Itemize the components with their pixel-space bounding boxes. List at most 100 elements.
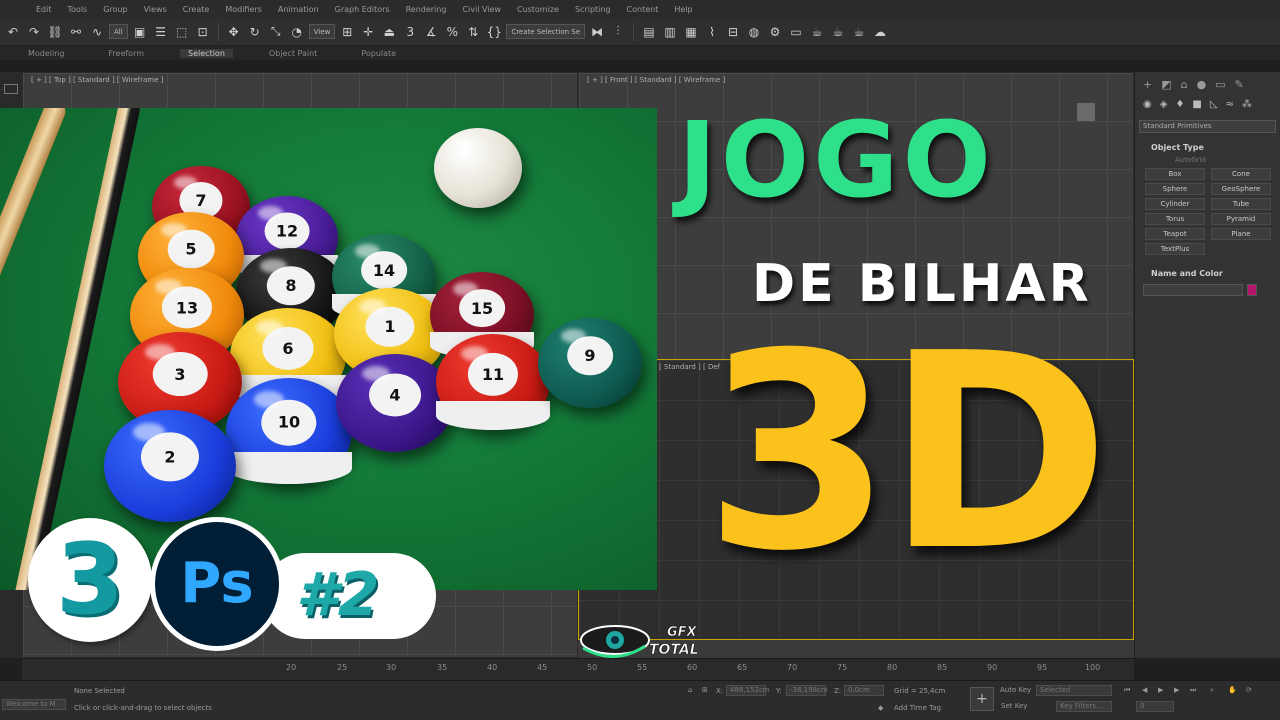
select-object-icon[interactable]: ▣ xyxy=(131,23,149,41)
viewport-layout-icon[interactable] xyxy=(4,84,18,94)
geometry-icon[interactable]: ◉ xyxy=(1143,99,1152,110)
redo-icon[interactable]: ↷ xyxy=(25,23,43,41)
menu-modifiers[interactable]: Modifiers xyxy=(225,5,262,14)
create-tab-icon[interactable]: + xyxy=(1143,78,1152,91)
rendered-frame-window-icon[interactable]: ▭ xyxy=(787,23,805,41)
key-selection-dropdown[interactable]: Selected xyxy=(1036,685,1112,696)
named-selection-set-dropdown[interactable]: Create Selection Se xyxy=(506,24,586,39)
placement-icon[interactable]: ◔ xyxy=(288,23,306,41)
select-by-name-icon[interactable]: ☰ xyxy=(152,23,170,41)
curve-editor-icon[interactable]: ⌇ xyxy=(703,23,721,41)
prev-frame-icon[interactable]: ◀ xyxy=(1142,686,1147,694)
object-name-field[interactable] xyxy=(1143,284,1243,296)
layer-explorer-icon[interactable]: ▥ xyxy=(661,23,679,41)
cone-button[interactable]: Cone xyxy=(1211,168,1271,180)
menu-edit[interactable]: Edit xyxy=(36,5,52,14)
display-tab-icon[interactable]: ▭ xyxy=(1215,78,1225,91)
lock-selection-icon[interactable]: ⌂ xyxy=(688,686,692,694)
render-iterative-icon[interactable]: ☕ xyxy=(829,23,847,41)
material-editor-icon[interactable]: ◍ xyxy=(745,23,763,41)
absolute-mode-icon[interactable]: ⊞ xyxy=(702,686,708,694)
scale-icon[interactable]: ⤡ xyxy=(267,23,285,41)
set-key-mode-icon[interactable]: + xyxy=(970,687,994,711)
bind-space-warp-icon[interactable]: ∿ xyxy=(88,23,106,41)
utilities-tab-icon[interactable]: ✎ xyxy=(1235,78,1244,91)
pyramid-button[interactable]: Pyramid xyxy=(1211,213,1271,225)
snaps-toggle-icon[interactable]: 3 xyxy=(401,23,419,41)
edit-named-selection-icon[interactable]: {} xyxy=(485,23,503,41)
unlink-icon[interactable]: ⚯ xyxy=(67,23,85,41)
menu-graph-editors[interactable]: Graph Editors xyxy=(335,5,390,14)
viewport-front-label[interactable]: [ + ] [ Front ] [ Standard ] [ Wireframe… xyxy=(587,76,725,84)
auto-key-button[interactable]: Auto Key xyxy=(1000,686,1031,694)
key-filters-button[interactable]: Key Filters... xyxy=(1056,701,1112,712)
render-cloud-icon[interactable]: ☁ xyxy=(871,23,889,41)
rotate-icon[interactable]: ↻ xyxy=(246,23,264,41)
viewcube-icon[interactable] xyxy=(1077,103,1095,121)
menu-views[interactable]: Views xyxy=(144,5,167,14)
undo-icon[interactable]: ↶ xyxy=(4,23,22,41)
scene-explorer-icon[interactable]: ▤ xyxy=(640,23,658,41)
menu-customize[interactable]: Customize xyxy=(517,5,559,14)
hierarchy-tab-icon[interactable]: ⌂ xyxy=(1181,78,1188,91)
tube-button[interactable]: Tube xyxy=(1211,198,1271,210)
torus-button[interactable]: Torus xyxy=(1145,213,1205,225)
move-icon[interactable]: ✥ xyxy=(225,23,243,41)
plane-button[interactable]: Plane xyxy=(1211,228,1271,240)
sphere-button[interactable]: Sphere xyxy=(1145,183,1205,195)
geosphere-button[interactable]: GeoSphere xyxy=(1211,183,1271,195)
menu-help[interactable]: Help xyxy=(674,5,692,14)
shapes-icon[interactable]: ◈ xyxy=(1160,99,1168,110)
autogrid-checkbox[interactable]: AutoGrid xyxy=(1135,154,1280,166)
motion-tab-icon[interactable]: ● xyxy=(1197,78,1207,91)
systems-icon[interactable]: ⁂ xyxy=(1242,99,1252,110)
menu-create[interactable]: Create xyxy=(183,5,210,14)
orbit-icon[interactable]: ⟳ xyxy=(1246,686,1252,694)
textplus-button[interactable]: TextPlus xyxy=(1145,243,1205,255)
maxscript-listener-field[interactable]: Welcome to M xyxy=(2,699,66,710)
set-key-button[interactable]: Set Key xyxy=(1001,702,1027,710)
tab-selection[interactable]: Selection xyxy=(180,48,233,58)
primitive-type-dropdown[interactable]: Standard Primitives xyxy=(1139,120,1276,133)
menu-scripting[interactable]: Scripting xyxy=(575,5,611,14)
name-and-color-header[interactable]: Name and Color xyxy=(1135,263,1280,280)
modify-tab-icon[interactable]: ◩ xyxy=(1161,78,1171,91)
add-time-tag-button[interactable]: Add Time Tag xyxy=(894,704,941,712)
schematic-view-icon[interactable]: ⊟ xyxy=(724,23,742,41)
selection-filter-dropdown[interactable]: All xyxy=(109,24,128,39)
spinner-snap-icon[interactable]: ⇅ xyxy=(464,23,482,41)
window-crossing-icon[interactable]: ⊡ xyxy=(194,23,212,41)
add-time-tag-icon[interactable]: ◆ xyxy=(878,704,883,712)
mirror-icon[interactable]: ⧓ xyxy=(588,23,606,41)
percent-snap-icon[interactable]: % xyxy=(443,23,461,41)
render-production-icon[interactable]: ☕ xyxy=(808,23,826,41)
helpers-icon[interactable]: ◺ xyxy=(1210,99,1218,110)
menu-content[interactable]: Content xyxy=(627,5,659,14)
tab-object-paint[interactable]: Object Paint xyxy=(261,49,325,58)
pivot-icon[interactable]: ⊞ xyxy=(338,23,356,41)
object-color-swatch[interactable] xyxy=(1247,284,1257,296)
x-coordinate-field[interactable]: 488,152cm xyxy=(726,685,770,696)
tab-populate[interactable]: Populate xyxy=(353,49,404,58)
lights-icon[interactable]: ♦ xyxy=(1175,99,1184,110)
space-warps-icon[interactable]: ≈ xyxy=(1226,99,1234,110)
region-select-icon[interactable]: ⬚ xyxy=(173,23,191,41)
y-coordinate-field[interactable]: -38,198cm xyxy=(786,685,828,696)
reference-coordinate-dropdown[interactable]: View xyxy=(308,24,336,39)
tab-freeform[interactable]: Freeform xyxy=(100,49,152,58)
select-manipulate-icon[interactable]: ✛ xyxy=(359,23,377,41)
menu-animation[interactable]: Animation xyxy=(278,5,319,14)
render-setup-icon[interactable]: ⚙ xyxy=(766,23,784,41)
menu-tools[interactable]: Tools xyxy=(68,5,88,14)
pan-icon[interactable]: ✋ xyxy=(1228,686,1237,694)
goto-end-icon[interactable]: ⏭ xyxy=(1190,686,1196,695)
zoom-icon[interactable]: ⌕ xyxy=(1210,686,1214,695)
z-coordinate-field[interactable]: 0,0cm xyxy=(844,685,884,696)
angle-snap-icon[interactable]: ∡ xyxy=(422,23,440,41)
viewport-top-label[interactable]: [ + ] [ Top ] [ Standard ] [ Wireframe ] xyxy=(31,76,163,84)
menu-rendering[interactable]: Rendering xyxy=(406,5,447,14)
object-type-header[interactable]: Object Type xyxy=(1135,137,1280,154)
cylinder-button[interactable]: Cylinder xyxy=(1145,198,1205,210)
link-icon[interactable]: ⛓ xyxy=(46,23,64,41)
tab-modeling[interactable]: Modeling xyxy=(20,49,72,58)
